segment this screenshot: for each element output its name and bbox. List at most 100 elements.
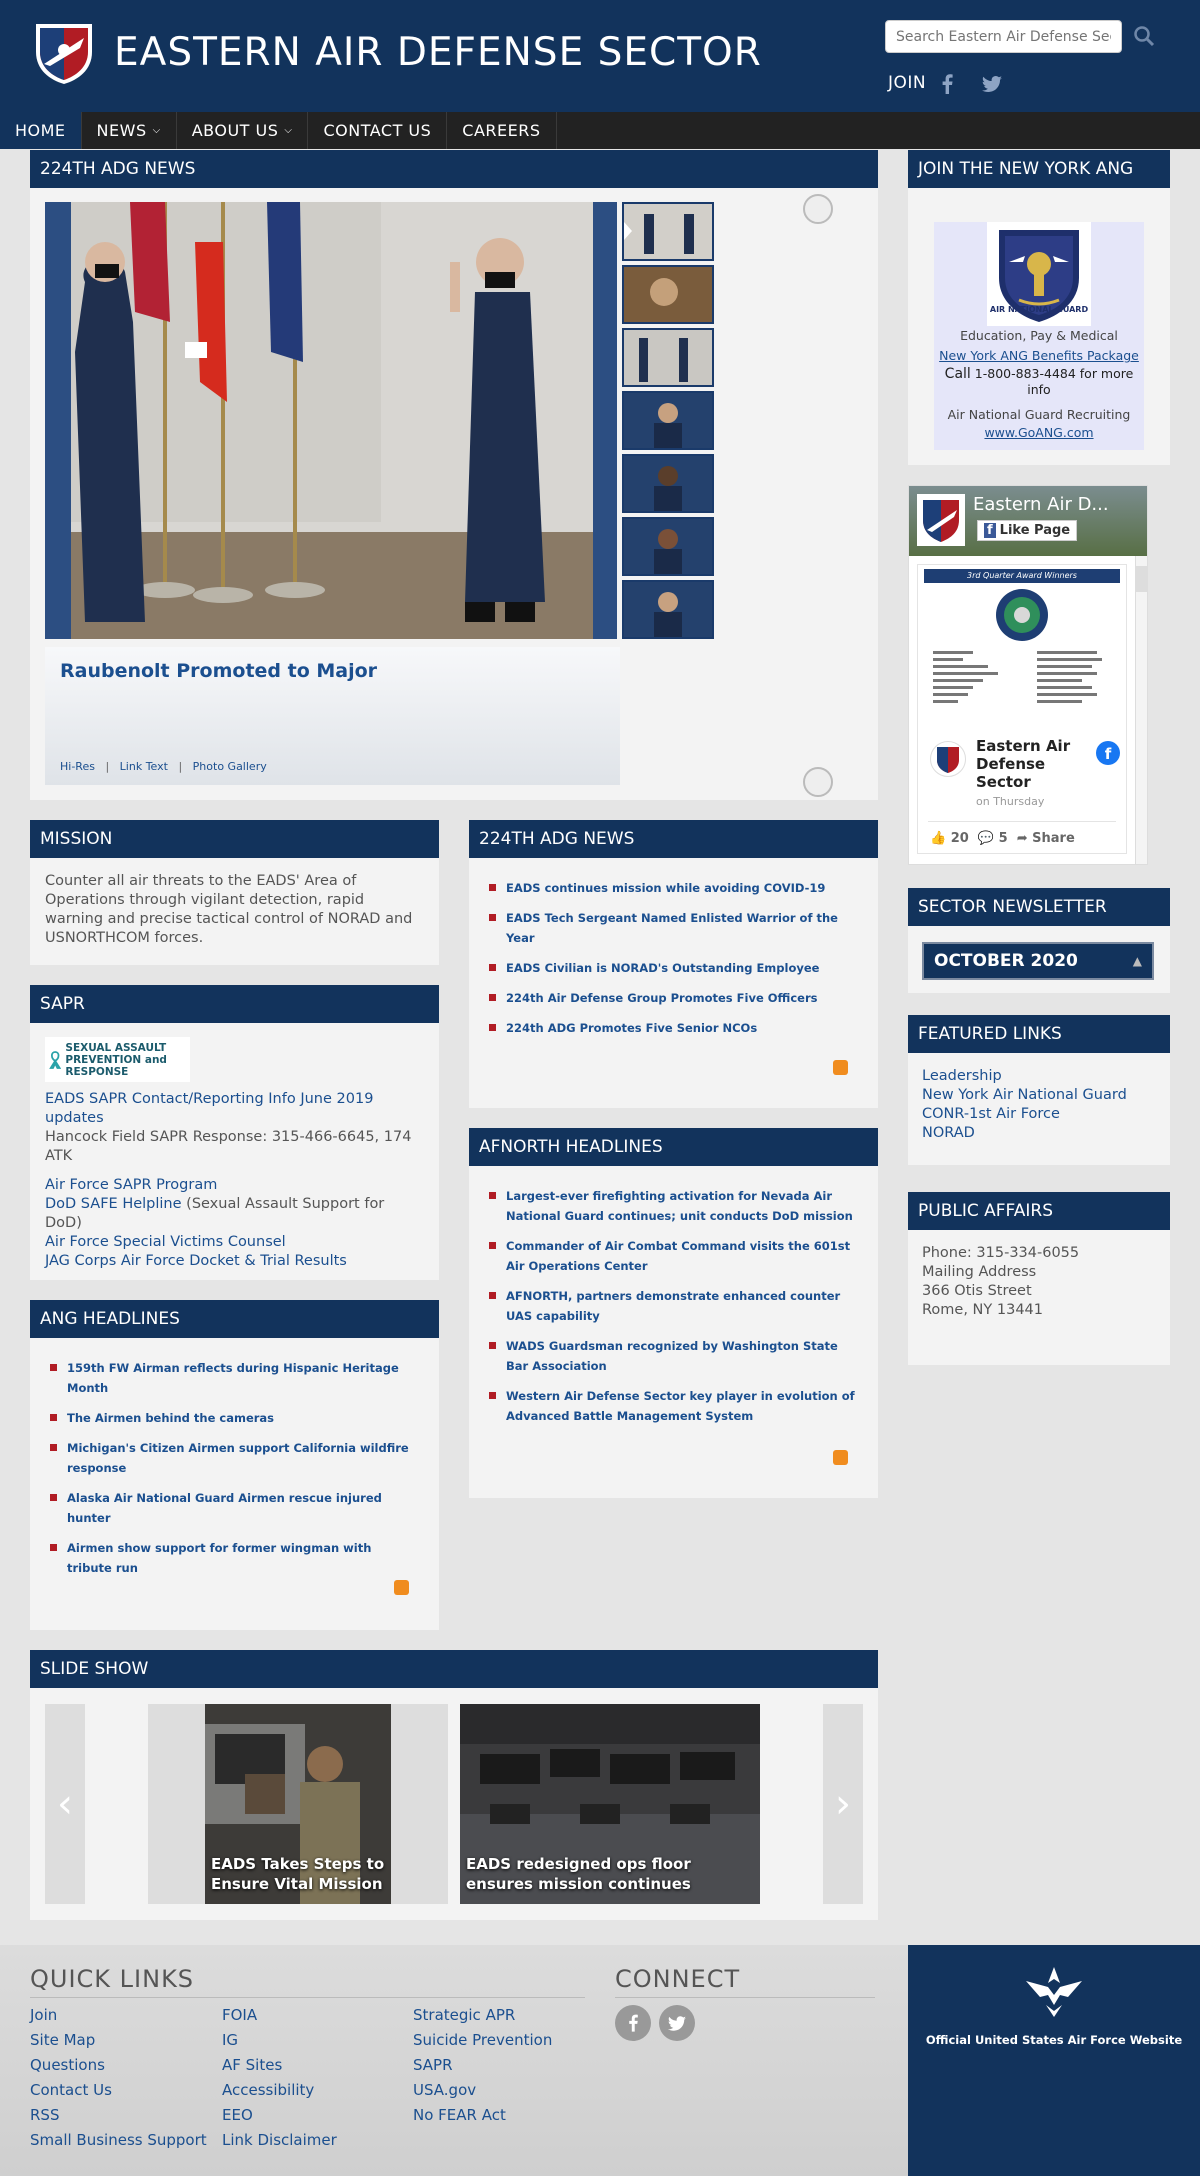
newsletter-select[interactable]: OCTOBER 2020 ▲: [922, 942, 1154, 980]
goang-link[interactable]: www.GoANG.com: [984, 425, 1093, 440]
pa-mailing-label: Mailing Address: [922, 1264, 1037, 1280]
eads-sapr-contact-link[interactable]: EADS SAPR Contact/Reporting Info June 20…: [45, 1091, 373, 1126]
chevron-right-icon: ›: [835, 1781, 851, 1827]
rss-icon[interactable]: [833, 1060, 848, 1075]
thumbnail[interactable]: [622, 517, 714, 576]
footer-link[interactable]: IG: [222, 2031, 238, 2049]
list-item[interactable]: Airmen show support for former wingman w…: [50, 1538, 419, 1578]
footer-link[interactable]: Suicide Prevention: [413, 2031, 552, 2049]
photo-gallery-link[interactable]: Photo Gallery: [193, 760, 267, 773]
widget-scrollbar[interactable]: [1135, 556, 1147, 864]
thumbnail[interactable]: [622, 391, 714, 450]
footer-link[interactable]: RSS: [30, 2106, 59, 2124]
slide-1[interactable]: EADS Takes Steps to Ensure Vital Mission: [205, 1704, 391, 1904]
footer-link[interactable]: Site Map: [30, 2031, 95, 2049]
feature-photo[interactable]: [45, 202, 617, 639]
list-item[interactable]: EADS Tech Sergeant Named Enlisted Warrio…: [489, 908, 858, 948]
list-item[interactable]: 224th ADG Promotes Five Senior NCOs: [489, 1018, 858, 1038]
list-item[interactable]: Western Air Defense Sector key player in…: [489, 1386, 858, 1426]
list-item[interactable]: 159th FW Airman reflects during Hispanic…: [50, 1358, 419, 1398]
list-item[interactable]: AFNORTH, partners demonstrate enhanced c…: [489, 1286, 858, 1326]
scroll-down-button[interactable]: [803, 767, 833, 797]
footer-link[interactable]: AF Sites: [222, 2056, 282, 2074]
footer-link[interactable]: SAPR: [413, 2056, 453, 2074]
af-website-box[interactable]: Official United States Air Force Website: [908, 1945, 1200, 2176]
twitter-icon[interactable]: [982, 76, 1002, 92]
search-icon[interactable]: [1132, 24, 1156, 48]
post-author[interactable]: Eastern Air Defense Sector: [976, 737, 1086, 791]
slide-next-button[interactable]: ›: [823, 1704, 863, 1904]
search-input[interactable]: [885, 20, 1122, 53]
thumbs-up-icon[interactable]: 👍: [930, 831, 946, 846]
nav-careers[interactable]: CAREERS: [447, 112, 557, 149]
facebook-icon[interactable]: [940, 74, 954, 94]
post-avatar[interactable]: [930, 741, 966, 777]
sapr-body: SEXUAL ASSAULT PREVENTION and RESPONSE E…: [30, 1023, 439, 1285]
footer-link[interactable]: EEO: [222, 2106, 253, 2124]
thumbnail[interactable]: [622, 454, 714, 513]
pa-phone: Phone: 315-334-6055: [922, 1245, 1080, 1261]
footer-link[interactable]: FOIA: [222, 2006, 257, 2024]
footer-link[interactable]: No FEAR Act: [413, 2106, 506, 2124]
norad-link[interactable]: NORAD: [922, 1125, 975, 1141]
eads-logo[interactable]: [30, 18, 98, 86]
twitter-icon[interactable]: [659, 2005, 695, 2041]
list-item[interactable]: Michigan's Citizen Airmen support Califo…: [50, 1438, 419, 1478]
nav-news[interactable]: NEWS ⌵: [82, 112, 177, 149]
dod-safe-helpline-link[interactable]: DoD SAFE Helpline: [45, 1196, 182, 1212]
list-item[interactable]: EADS continues mission while avoiding CO…: [489, 878, 858, 898]
teal-ribbon-icon: [49, 1050, 62, 1069]
rss-icon[interactable]: [833, 1450, 848, 1465]
list-item[interactable]: WADS Guardsman recognized by Washington …: [489, 1336, 858, 1376]
feature-story-title[interactable]: Raubenolt Promoted to Major: [60, 660, 377, 682]
thumbnail[interactable]: [622, 202, 714, 261]
list-item[interactable]: 224th Air Defense Group Promotes Five Of…: [489, 988, 858, 1008]
facebook-icon[interactable]: f: [1096, 741, 1120, 765]
ny-ang-benefits-link[interactable]: New York ANG Benefits Package: [939, 348, 1139, 363]
footer-link[interactable]: Accessibility: [222, 2081, 314, 2099]
footer-link[interactable]: Strategic APR: [413, 2006, 515, 2024]
nav-contact-us[interactable]: CONTACT US: [308, 112, 448, 149]
list-item[interactable]: The Airmen behind the cameras: [50, 1408, 419, 1428]
list-item[interactable]: Alaska Air National Guard Airmen rescue …: [50, 1488, 419, 1528]
list-item[interactable]: Commander of Air Combat Command visits t…: [489, 1236, 858, 1276]
footer-link[interactable]: Contact Us: [30, 2081, 112, 2099]
rss-icon[interactable]: [394, 1580, 409, 1595]
facebook-icon[interactable]: [615, 2005, 651, 2041]
eads-page-avatar[interactable]: [917, 494, 965, 546]
like-count: 20: [950, 831, 969, 846]
jag-corps-docket-link[interactable]: JAG Corps Air Force Docket & Trial Resul…: [45, 1253, 347, 1269]
like-page-button[interactable]: f Like Page: [977, 520, 1078, 541]
special-victims-counsel-link[interactable]: Air Force Special Victims Counsel: [45, 1234, 286, 1250]
comment-icon[interactable]: 💬: [978, 831, 994, 846]
footer-link[interactable]: Small Business Support: [30, 2131, 207, 2149]
nav-about-us[interactable]: ABOUT US ⌵: [177, 112, 309, 149]
thumbnail[interactable]: [622, 580, 714, 639]
thumbnail[interactable]: [622, 328, 714, 387]
list-item[interactable]: EADS Civilian is NORAD's Outstanding Emp…: [489, 958, 858, 978]
feature-news-panel: 224TH ADG NEWS Raubenolt Promoted to Maj…: [30, 150, 878, 800]
footer-link[interactable]: Join: [30, 2006, 57, 2024]
scroll-up-button[interactable]: [803, 194, 833, 224]
quick-links-col-1: Join Site Map Questions Contact Us RSS S…: [30, 2003, 207, 2153]
join-link[interactable]: JOIN: [888, 73, 926, 93]
leadership-link[interactable]: Leadership: [922, 1068, 1002, 1084]
site-title[interactable]: EASTERN AIR DEFENSE SECTOR: [114, 30, 762, 75]
nav-home[interactable]: HOME: [0, 112, 82, 149]
ny-ang-link[interactable]: New York Air National Guard: [922, 1087, 1127, 1103]
hi-res-link[interactable]: Hi-Res: [60, 760, 95, 773]
footer-link[interactable]: USA.gov: [413, 2081, 476, 2099]
slide-2[interactable]: EADS redesigned ops floor ensures missio…: [460, 1704, 760, 1904]
share-button[interactable]: Share: [1032, 831, 1075, 846]
conr-link[interactable]: CONR-1st Air Force: [922, 1106, 1060, 1122]
comment-count: 5: [998, 831, 1008, 846]
af-sapr-program-link[interactable]: Air Force SAPR Program: [45, 1177, 217, 1193]
footer-link[interactable]: Link Disclaimer: [222, 2131, 337, 2149]
footer-link[interactable]: Questions: [30, 2056, 105, 2074]
thumbnail[interactable]: [622, 265, 714, 324]
slide-prev-button[interactable]: ‹: [45, 1704, 85, 1904]
link-text-link[interactable]: Link Text: [120, 760, 168, 773]
list-item[interactable]: Largest-ever firefighting activation for…: [489, 1186, 858, 1226]
sapr-logo[interactable]: SEXUAL ASSAULT PREVENTION and RESPONSE: [45, 1037, 190, 1082]
facebook-page-name[interactable]: Eastern Air D...: [973, 494, 1109, 515]
